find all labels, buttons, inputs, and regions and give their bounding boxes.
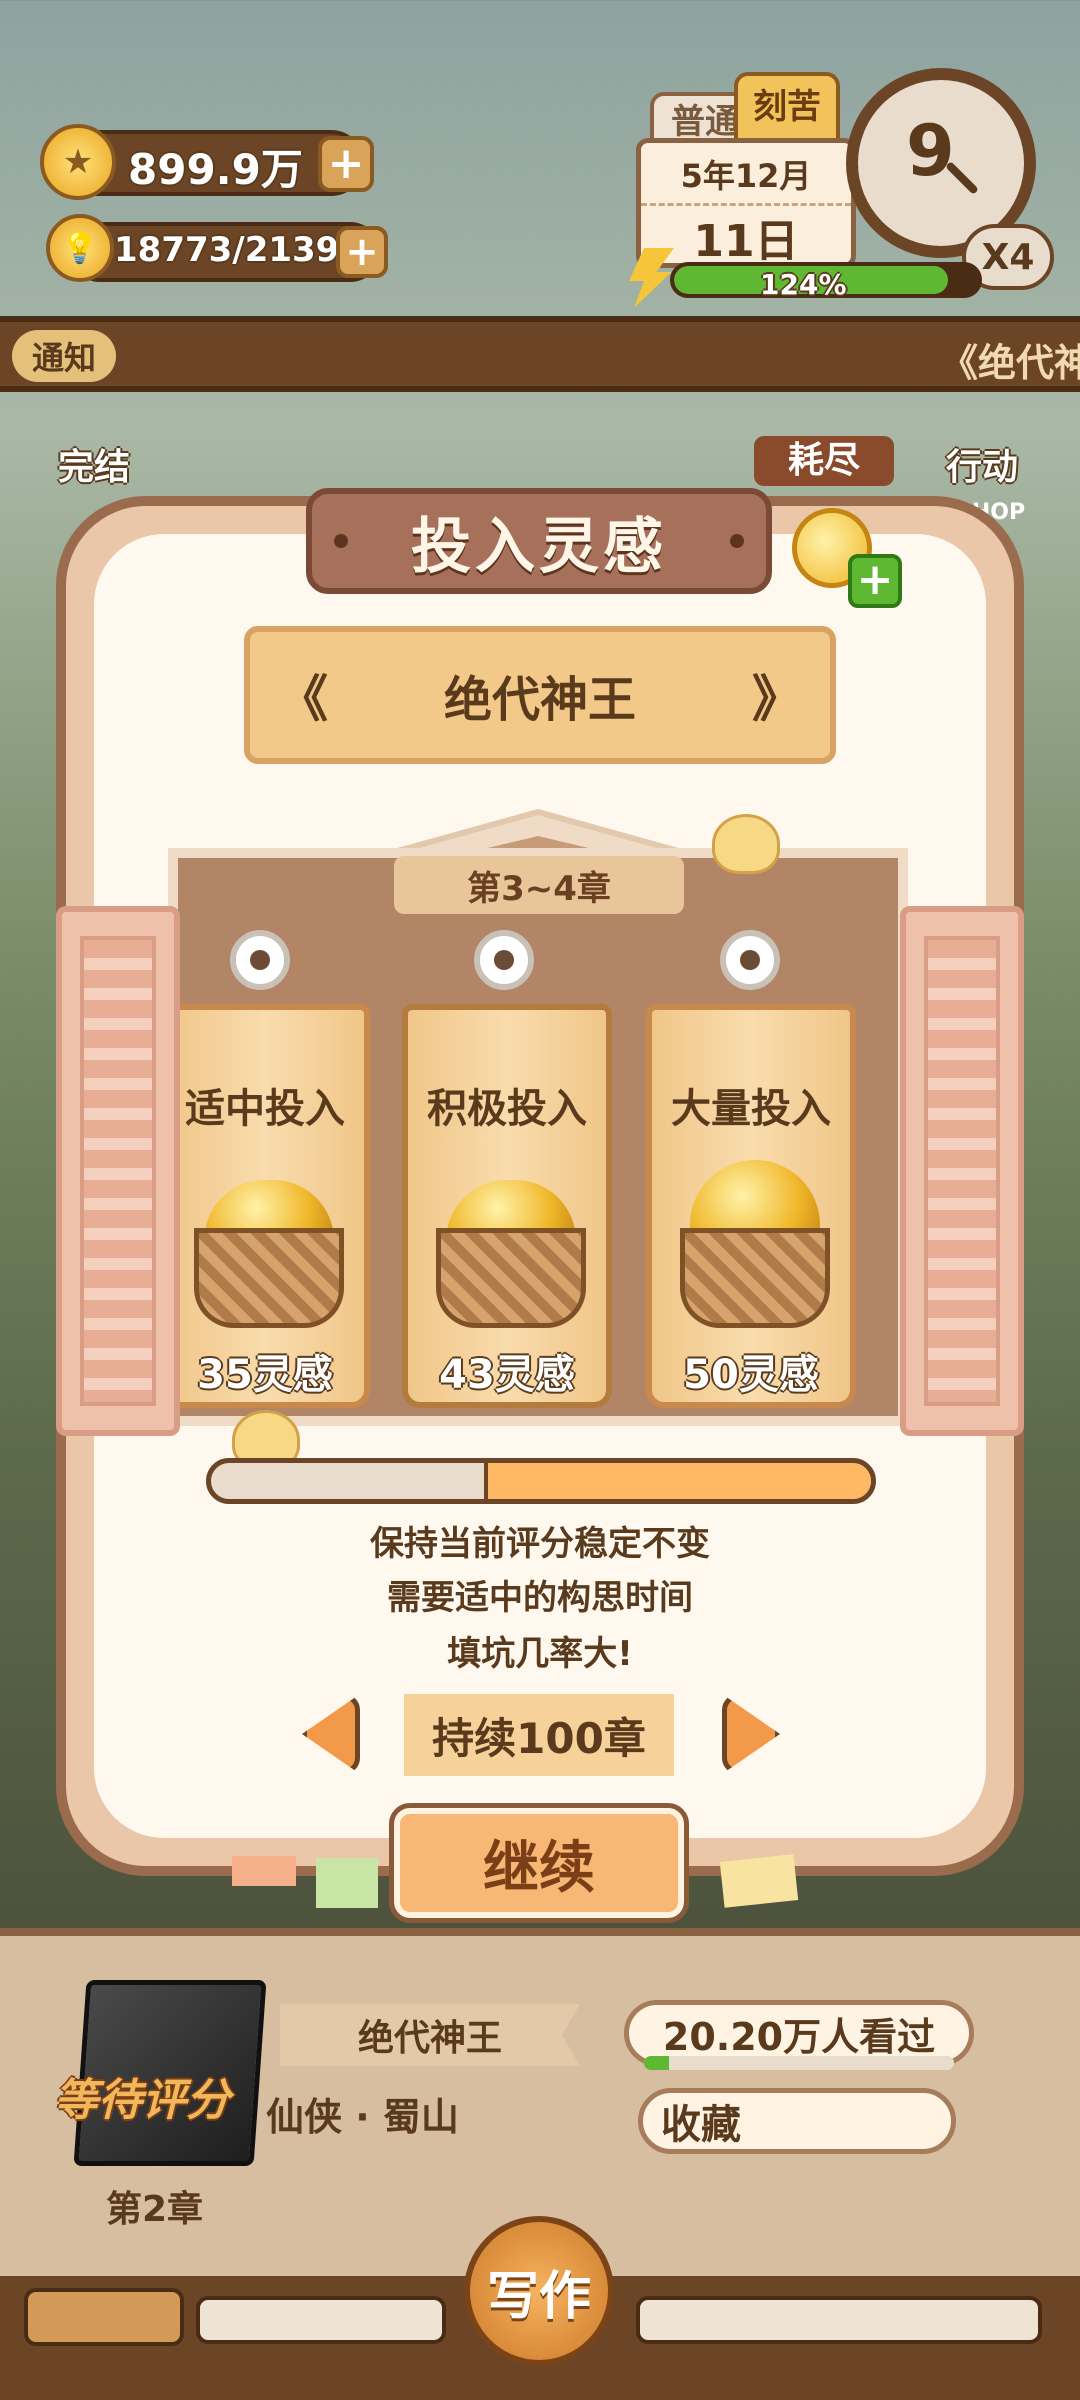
lightning-icon bbox=[629, 248, 674, 308]
inspiration-amount: 18773/21399 bbox=[114, 230, 363, 270]
duration-value: 持续100章 bbox=[404, 1694, 674, 1776]
hook-icon bbox=[230, 930, 290, 990]
option-desc-2: 需要适中的构思时间 bbox=[387, 1578, 693, 1618]
hook-icon bbox=[474, 930, 534, 990]
write-button[interactable]: 写作 bbox=[464, 2216, 614, 2366]
prev-book-button[interactable]: 《 bbox=[278, 659, 328, 731]
lightbulb-icon: 💡 bbox=[46, 214, 114, 282]
bg-complete-label[interactable]: 完结 bbox=[58, 438, 130, 490]
bg-exhausted-label: 耗尽 bbox=[754, 436, 894, 486]
continue-button[interactable]: 继续 bbox=[389, 1803, 689, 1923]
bottom-slot-3[interactable] bbox=[636, 2296, 1042, 2344]
option-desc-3: 填坑几率大! bbox=[447, 1634, 633, 1674]
sticky-note bbox=[232, 1856, 296, 1886]
star-coin-icon: ★ bbox=[40, 124, 116, 200]
sticky-note bbox=[316, 1858, 378, 1908]
option-label: 积极投入 bbox=[427, 1086, 587, 1132]
option-cost: 50灵感 bbox=[683, 1352, 819, 1398]
add-coins-button[interactable]: + bbox=[318, 136, 374, 192]
book-genre: 仙侠 · 蜀山 bbox=[266, 2095, 459, 2139]
date-day: 11日 bbox=[693, 216, 799, 267]
option-label: 大量投入 bbox=[671, 1086, 831, 1132]
option-moderate[interactable]: 适中投入 35灵感 bbox=[160, 1004, 370, 1408]
clock-hour: 9 bbox=[906, 110, 955, 192]
add-inspiration-button[interactable]: + bbox=[336, 226, 388, 278]
basket-icon bbox=[194, 1228, 344, 1328]
right-shutter bbox=[900, 906, 1024, 1436]
option-scroll-slider[interactable] bbox=[206, 1458, 876, 1504]
tab-diligent[interactable]: 刻苦 bbox=[734, 72, 840, 142]
notice-tag: 通知 bbox=[12, 330, 116, 382]
bottom-book-name: 绝代神王 bbox=[280, 2004, 580, 2066]
notice-text: 《绝代神 bbox=[940, 341, 1080, 385]
date-month: 5年12月 bbox=[641, 151, 851, 206]
views-bar bbox=[644, 2056, 954, 2070]
next-book-button[interactable]: 》 bbox=[752, 659, 802, 731]
basket-icon bbox=[436, 1228, 586, 1328]
basket-icon bbox=[680, 1228, 830, 1328]
chapter-range: 第3~4章 bbox=[394, 856, 684, 914]
option-heavy[interactable]: 大量投入 50灵感 bbox=[646, 1004, 856, 1408]
book-selector: 《 绝代神王 》 bbox=[244, 626, 836, 764]
dialog-title-plate: 投入灵感 bbox=[306, 488, 772, 594]
option-cost: 35灵感 bbox=[197, 1352, 333, 1398]
selected-book-name: 绝代神王 bbox=[443, 672, 636, 728]
sticky-note bbox=[719, 1854, 799, 1908]
hook-icon bbox=[720, 930, 780, 990]
favorite-pill[interactable]: 收藏 bbox=[638, 2088, 956, 2154]
bird-icon bbox=[712, 814, 780, 874]
option-label: 适中投入 bbox=[185, 1086, 345, 1132]
views-fill bbox=[644, 2056, 669, 2070]
coin-amount: 899.9万 bbox=[128, 145, 303, 194]
slider-thumb[interactable] bbox=[484, 1463, 871, 1499]
bg-action-label[interactable]: 行动 bbox=[946, 438, 1018, 490]
option-desc-1: 保持当前评分稳定不变 bbox=[370, 1524, 710, 1564]
notice-bar[interactable]: 通知 《绝代神 bbox=[0, 316, 1080, 392]
bottom-slot-2[interactable] bbox=[196, 2296, 446, 2344]
left-shutter bbox=[56, 906, 180, 1436]
current-chapter: 第2章 bbox=[106, 2189, 204, 2230]
dialog-title: 投入灵感 bbox=[411, 511, 667, 582]
bottom-slot-1[interactable] bbox=[24, 2288, 184, 2346]
energy-percent: 124% bbox=[760, 268, 847, 301]
plus-icon: + bbox=[848, 554, 902, 608]
option-active[interactable]: 积极投入 43灵感 bbox=[402, 1004, 612, 1408]
option-cost: 43灵感 bbox=[439, 1352, 575, 1398]
status-waiting-rating: 等待评分 bbox=[54, 2075, 230, 2126]
